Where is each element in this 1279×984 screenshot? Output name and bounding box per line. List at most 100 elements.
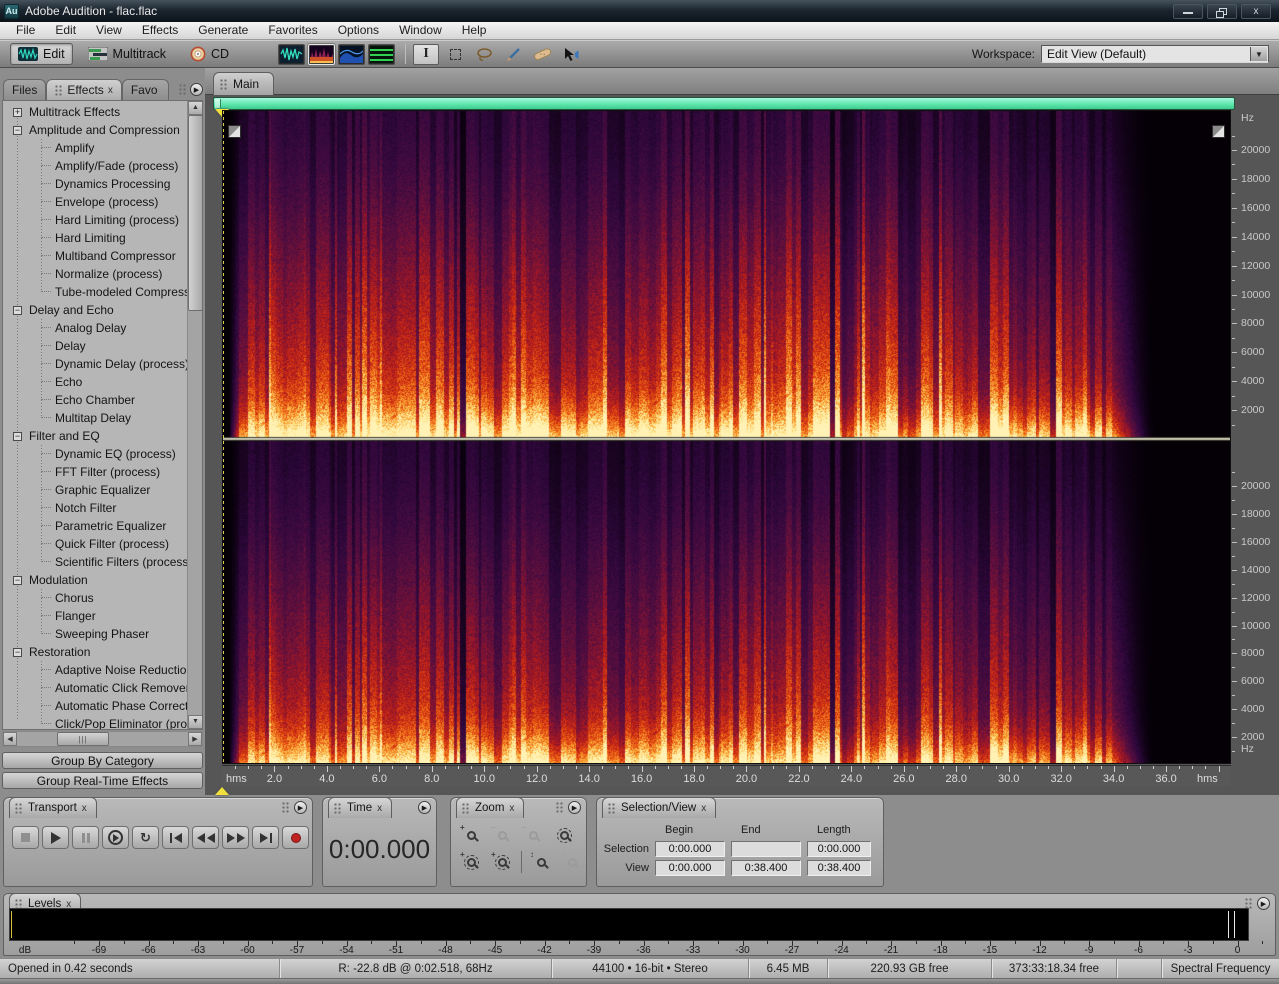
menu-window[interactable]: Window [389, 22, 452, 39]
effects-category[interactable]: −Delay and Echo [3, 301, 202, 319]
frequency-ruler[interactable]: Hz20000180001600014000120001000080006000… [1232, 110, 1278, 764]
close-button[interactable]: x [1241, 4, 1271, 19]
effect-item[interactable]: Chorus [3, 589, 202, 607]
effect-item[interactable]: Hard Limiting [3, 229, 202, 247]
panel-menu-button[interactable]: ▶ [294, 801, 307, 814]
collapse-icon[interactable]: − [13, 576, 22, 585]
effect-item[interactable]: Hard Limiting (process) [3, 211, 202, 229]
collapse-icon[interactable]: − [13, 126, 22, 135]
time-ruler[interactable]: 2.04.06.08.010.012.014.016.018.020.022.0… [222, 765, 1231, 786]
menu-effects[interactable]: Effects [132, 22, 188, 39]
view-end-field[interactable]: 0:38.400 [731, 860, 801, 876]
tree-horizontal-scrollbar[interactable]: ◀ ||| ▶ [2, 731, 203, 747]
multitrack-view-button[interactable]: Multitrack [81, 43, 173, 65]
effect-item[interactable]: Parametric Equalizer [3, 517, 202, 535]
panel-menu-button[interactable]: ▶ [190, 83, 203, 96]
effect-item[interactable]: Flanger [3, 607, 202, 625]
loop-play-button[interactable]: ↻ [132, 826, 159, 849]
effect-item[interactable]: FFT Filter (process) [3, 463, 202, 481]
zoom-in-left-edge-button[interactable]: + [459, 852, 483, 872]
selection-end-field[interactable] [731, 841, 801, 857]
minimize-button[interactable] [1173, 4, 1203, 19]
tab-close-icon[interactable]: x [509, 803, 514, 814]
effect-item[interactable]: Dynamic EQ (process) [3, 445, 202, 463]
effect-item[interactable]: Dynamics Processing [3, 175, 202, 193]
tab-close-icon[interactable]: x [701, 803, 706, 814]
zoom-panel-tab[interactable]: Zoom x [456, 797, 524, 818]
menu-help[interactable]: Help [452, 22, 497, 39]
tab-close-icon[interactable]: x [377, 803, 382, 814]
view-length-field[interactable]: 0:38.400 [807, 860, 871, 876]
scroll-up-icon[interactable]: ▲ [188, 101, 203, 115]
time-display[interactable]: 0:00.000 [323, 834, 436, 865]
waveform-display-button[interactable] [278, 44, 305, 65]
effects-paintbrush-tool[interactable] [500, 44, 526, 65]
tab-favorites[interactable]: Favo [122, 79, 169, 100]
scrub-tool[interactable] [558, 44, 584, 65]
edit-view-button[interactable]: Edit [10, 43, 73, 65]
menu-favorites[interactable]: Favorites [258, 22, 327, 39]
current-time-indicator[interactable] [223, 111, 224, 763]
lasso-selection-tool[interactable] [471, 44, 497, 65]
menu-view[interactable]: View [86, 22, 132, 39]
menu-generate[interactable]: Generate [188, 22, 258, 39]
effects-category[interactable]: −Modulation [3, 571, 202, 589]
level-meter[interactable] [9, 908, 1249, 941]
effect-item[interactable]: Multiband Compressor [3, 247, 202, 265]
effect-item[interactable]: Sweeping Phaser [3, 625, 202, 643]
menu-file[interactable]: File [6, 22, 45, 39]
spectrogram[interactable] [223, 111, 1230, 763]
menu-options[interactable]: Options [328, 22, 389, 39]
spectral-scale-handle-left[interactable] [228, 125, 241, 138]
rewind-button[interactable] [192, 826, 219, 849]
effect-item[interactable]: Dynamic Delay (process) [3, 355, 202, 373]
workspace-dropdown-arrow[interactable]: ▼ [1250, 47, 1267, 61]
spot-healing-brush-tool[interactable] [529, 44, 555, 65]
effect-item[interactable]: Scientific Filters (process) [3, 553, 202, 571]
effect-item[interactable]: Click/Pop Eliminator (pro [3, 715, 202, 730]
view-begin-field[interactable]: 0:00.000 [655, 860, 725, 876]
time-panel-tab[interactable]: Time x [328, 797, 392, 818]
tab-main[interactable]: Main [213, 72, 274, 95]
tab-effects[interactable]: Effects x [46, 79, 121, 100]
scroll-down-icon[interactable]: ▼ [188, 715, 203, 729]
collapse-icon[interactable]: − [13, 432, 22, 441]
time-selection-tool[interactable]: I [413, 44, 439, 65]
play-from-cursor-button[interactable] [102, 826, 129, 849]
effect-item[interactable]: Tube-modeled Compress [3, 283, 202, 301]
restore-button[interactable] [1207, 4, 1237, 19]
record-button[interactable] [282, 826, 309, 849]
transport-panel-tab[interactable]: Transport x [9, 797, 97, 818]
zoom-in-horizontal-button[interactable]: + [459, 825, 483, 845]
zoom-out-full-button[interactable]: − [521, 825, 545, 845]
playhead-marker-bottom[interactable] [215, 787, 229, 795]
zoom-in-right-edge-button[interactable]: + [490, 852, 514, 872]
collapse-icon[interactable]: − [13, 648, 22, 657]
play-button[interactable] [42, 826, 69, 849]
spectral-frequency-display-button[interactable] [308, 44, 335, 65]
group-real-time-effects-button[interactable]: Group Real-Time Effects [2, 772, 203, 789]
go-to-beginning-button[interactable] [162, 826, 189, 849]
marquee-selection-tool[interactable] [442, 44, 468, 65]
tree-hscroll-thumb[interactable]: ||| [57, 732, 109, 746]
zoom-navigator-bar[interactable] [213, 97, 1235, 110]
stop-button[interactable] [12, 826, 39, 849]
zoom-in-vertical-button[interactable]: ↕ [529, 852, 553, 872]
effect-item[interactable]: Amplify [3, 139, 202, 157]
selection-length-field[interactable]: 0:00.000 [807, 841, 871, 857]
tab-files[interactable]: Files [3, 79, 46, 100]
spectral-phase-display-button[interactable] [368, 44, 395, 65]
selection-begin-field[interactable]: 0:00.000 [655, 841, 725, 857]
selection-view-panel-tab[interactable]: Selection/View x [602, 797, 716, 818]
scroll-right-icon[interactable]: ▶ [188, 732, 202, 746]
effect-item[interactable]: Delay [3, 337, 202, 355]
expand-icon[interactable]: + [13, 108, 22, 117]
panel-menu-button[interactable]: ▶ [568, 801, 581, 814]
collapse-icon[interactable]: − [13, 306, 22, 315]
fast-forward-button[interactable] [222, 826, 249, 849]
zoom-out-vertical-button[interactable]: ↕ [560, 852, 584, 872]
effect-item[interactable]: Notch Filter [3, 499, 202, 517]
effect-item[interactable]: Quick Filter (process) [3, 535, 202, 553]
panel-menu-button[interactable]: ▶ [418, 801, 431, 814]
effect-item[interactable]: Analog Delay [3, 319, 202, 337]
